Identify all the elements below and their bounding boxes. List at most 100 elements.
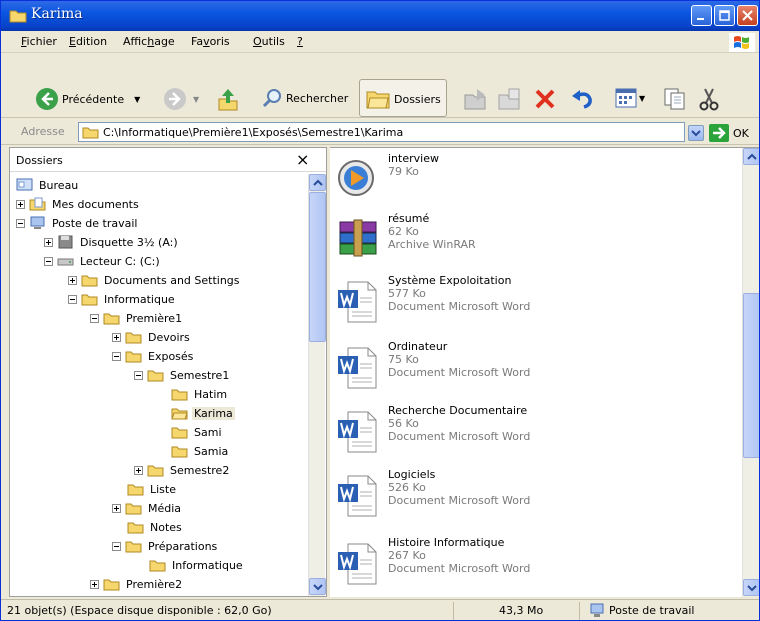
scroll-up-button[interactable] — [309, 174, 326, 191]
back-dropdown-icon[interactable]: ▼ — [134, 95, 140, 104]
scroll-thumb[interactable] — [743, 293, 759, 458]
word-document-icon — [338, 347, 377, 389]
views-button[interactable]: ▼ — [615, 88, 645, 108]
file-item-recherche-documentaire[interactable]: Recherche Documentaire 56 Ko Document Mi… — [336, 402, 726, 460]
expand-icon[interactable] — [16, 199, 25, 209]
tree-item-premiere2[interactable]: Première2 — [90, 575, 184, 593]
tree-item-sami[interactable]: Sami — [171, 423, 224, 441]
scroll-thumb[interactable] — [309, 192, 326, 342]
search-button[interactable]: Rechercher — [261, 87, 348, 109]
winrar-archive-icon — [339, 219, 377, 257]
close-pane-icon[interactable]: × — [296, 150, 309, 169]
tree-item-exposes[interactable]: Exposés — [112, 347, 195, 365]
tree-item-bureau[interactable]: Bureau — [16, 176, 80, 194]
go-button[interactable]: OK — [709, 124, 749, 142]
menu-fichier[interactable]: Fichier — [21, 35, 57, 48]
my-computer-icon — [590, 603, 604, 617]
tree-item-samia[interactable]: Samia — [171, 442, 230, 460]
expand-icon[interactable] — [90, 579, 99, 589]
folder-icon — [127, 484, 144, 496]
folder-icon — [81, 275, 98, 287]
scroll-down-button[interactable] — [309, 578, 326, 595]
folders-scrollbar[interactable] — [308, 174, 326, 596]
title-bar[interactable]: Karima — [1, 1, 759, 31]
collapse-icon[interactable] — [90, 313, 99, 323]
scroll-up-button[interactable] — [743, 148, 759, 165]
collapse-icon[interactable] — [68, 294, 77, 304]
file-item-resume[interactable]: résumé 62 Ko Archive WinRAR — [336, 210, 726, 268]
forward-dropdown-icon[interactable]: ▼ — [193, 95, 199, 104]
tree-item-liste[interactable]: Liste — [127, 480, 178, 498]
folder-open-icon — [171, 408, 188, 420]
file-item-logiciels[interactable]: Logiciels 526 Ko Document Microsoft Word — [336, 466, 726, 524]
tree-item-devoirs[interactable]: Devoirs — [112, 328, 192, 346]
collapse-icon[interactable] — [112, 351, 121, 361]
close-button[interactable] — [737, 5, 758, 26]
minimize-icon — [697, 18, 704, 20]
word-document-icon — [338, 411, 377, 453]
expand-icon[interactable] — [134, 465, 143, 475]
tree-item-hatim[interactable]: Hatim — [171, 385, 229, 403]
files-scrollbar[interactable] — [742, 148, 759, 597]
expand-icon[interactable] — [44, 237, 53, 247]
folder-icon — [125, 541, 142, 553]
expand-icon[interactable] — [112, 503, 121, 513]
collapse-icon[interactable] — [44, 256, 53, 266]
file-item-interview[interactable]: interview 79 Ko — [336, 150, 726, 208]
undo-icon[interactable] — [569, 87, 595, 111]
chevron-down-icon — [313, 584, 323, 591]
back-button[interactable]: Précédente ▼ — [35, 87, 140, 111]
tree-item-semestre1[interactable]: Semestre1 — [134, 366, 231, 384]
tree-item-preparations[interactable]: Préparations — [112, 537, 219, 555]
menu-favoris[interactable]: Favoris — [191, 35, 230, 48]
folders-button[interactable]: Dossiers — [359, 79, 447, 117]
status-divider — [579, 602, 580, 620]
close-icon — [742, 10, 753, 21]
up-folder-icon[interactable] — [217, 87, 239, 111]
views-dropdown-icon[interactable]: ▼ — [639, 94, 645, 103]
collapse-icon[interactable] — [134, 370, 143, 380]
tree-item-mes-documents[interactable]: Mes documents — [16, 195, 141, 213]
tree-item-documents-and-settings[interactable]: Documents and Settings — [68, 271, 242, 289]
copy-icon[interactable] — [663, 87, 687, 111]
scroll-down-button[interactable] — [743, 579, 759, 596]
tree-item-informatique-2[interactable]: Informatique — [149, 556, 245, 574]
folder-icon — [103, 313, 120, 325]
status-location: Poste de travail — [609, 604, 695, 617]
menu-help[interactable]: ? — [297, 35, 303, 48]
address-input[interactable]: C:\Informatique\Première1\Exposés\Semest… — [78, 122, 685, 142]
collapse-icon[interactable] — [16, 218, 25, 228]
expand-icon[interactable] — [68, 275, 77, 285]
tree-item-disquette[interactable]: Disquette 3½ (A:) — [44, 233, 180, 251]
tree-item-lecteur-c[interactable]: Lecteur C: (C:) — [44, 252, 162, 270]
address-bar: Adresse C:\Informatique\Première1\Exposé… — [1, 119, 759, 145]
file-item-ordinateur[interactable]: Ordinateur 75 Ko Document Microsoft Word — [336, 338, 726, 396]
menu-outils[interactable]: Outils — [253, 35, 285, 48]
status-bar: 21 objet(s) (Espace disque disponible : … — [1, 599, 759, 620]
chevron-up-icon — [313, 179, 323, 186]
tree-item-media[interactable]: Média — [112, 499, 183, 517]
tree-item-premiere1[interactable]: Première1 — [90, 309, 184, 327]
forward-button[interactable]: ▼ — [163, 87, 199, 111]
delete-icon[interactable] — [533, 87, 557, 111]
collapse-icon[interactable] — [112, 541, 121, 551]
tree-item-poste-de-travail[interactable]: Poste de travail — [16, 214, 139, 232]
menu-edition[interactable]: Edition — [69, 35, 107, 48]
file-item-histoire-informatique[interactable]: Histoire Informatique 267 Ko Document Mi… — [336, 534, 726, 592]
maximize-button[interactable] — [714, 5, 735, 26]
address-dropdown-button[interactable] — [688, 125, 704, 141]
minimize-button[interactable] — [691, 5, 712, 26]
menu-affichage[interactable]: Affichage — [123, 35, 175, 48]
cut-icon[interactable] — [697, 87, 721, 111]
tree-item-semestre2[interactable]: Semestre2 — [134, 461, 231, 479]
move-to-icon[interactable] — [463, 87, 489, 111]
folder-icon — [147, 465, 164, 477]
copy-to-icon[interactable] — [497, 87, 523, 111]
tree-item-informatique[interactable]: Informatique — [68, 290, 177, 308]
search-label: Rechercher — [286, 91, 349, 105]
expand-icon[interactable] — [112, 332, 121, 342]
file-item-systeme-expoloitation[interactable]: Système Expoloitation 577 Ko Document Mi… — [336, 272, 726, 330]
menu-bar: Fichier Edition Affichage Favoris Outils… — [1, 31, 759, 53]
tree-item-notes[interactable]: Notes — [127, 518, 184, 536]
tree-item-karima[interactable]: Karima — [171, 404, 235, 422]
